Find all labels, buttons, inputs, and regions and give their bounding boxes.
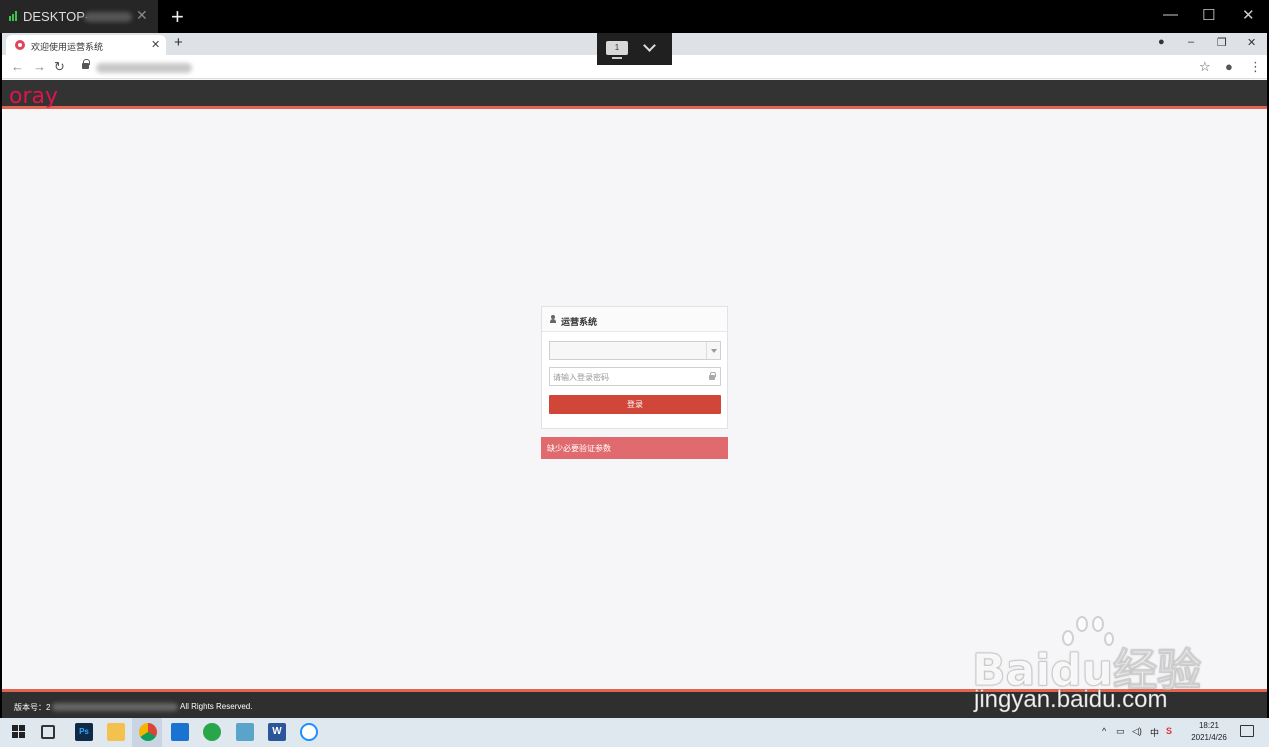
- photoshop-icon[interactable]: Ps: [75, 723, 93, 741]
- chevron-down-icon[interactable]: [643, 39, 656, 52]
- network-icon[interactable]: ▭: [1116, 726, 1125, 737]
- task-view-icon[interactable]: [41, 725, 55, 739]
- close-window-button[interactable]: ✕: [1242, 6, 1255, 24]
- footer-version-label: 版本号：2: [14, 703, 51, 712]
- browser-tab-title: 欢迎使用运营系统: [31, 42, 104, 52]
- remote-client-icon[interactable]: [171, 723, 189, 741]
- volume-icon[interactable]: ◁): [1132, 726, 1142, 737]
- site-header: oray: [2, 80, 1267, 109]
- reload-icon[interactable]: ↻: [54, 59, 65, 75]
- chrome-icon[interactable]: [139, 723, 157, 741]
- ime-indicator[interactable]: 中: [1150, 726, 1159, 739]
- bookmark-star-icon[interactable]: ☆: [1199, 59, 1211, 75]
- login-panel-header: 运营系统: [542, 307, 727, 332]
- remote-session-title: DESKTOP-: [23, 9, 90, 24]
- account-icon[interactable]: ●: [1225, 59, 1233, 74]
- menu-kebab-icon[interactable]: ⋮: [1249, 59, 1262, 75]
- new-session-button[interactable]: +: [171, 4, 184, 30]
- user-icon: [550, 315, 556, 323]
- oray-favicon-icon: [15, 40, 25, 50]
- close-icon[interactable]: ✕: [136, 7, 148, 24]
- new-tab-button[interactable]: +: [174, 34, 183, 51]
- lock-icon: [82, 59, 90, 69]
- password-field[interactable]: 请输入登录密码: [549, 367, 721, 386]
- baidu-jingyan-watermark: Baidu经验 jingyan.baidu.com: [971, 610, 1212, 720]
- browser-close-icon[interactable]: ✕: [1247, 36, 1256, 49]
- clock-date: 2021/4/26: [1191, 733, 1227, 742]
- account-select[interactable]: [549, 341, 721, 360]
- watermark-site: jingyan.baidu.com: [974, 686, 1168, 714]
- error-alert: 缺少必要验证参数: [541, 437, 728, 459]
- clock[interactable]: 18:21 2021/4/26: [1188, 720, 1230, 744]
- back-arrow-icon[interactable]: ←: [11, 59, 24, 74]
- remote-desktop-tabbar: DESKTOP- ✕ + — ☐ ✕: [0, 0, 1269, 33]
- taskbar: Ps W ^ ▭ ◁) 中 S 18:21 2021/4/26: [0, 718, 1269, 747]
- dropdown-arrow-icon[interactable]: [706, 342, 720, 359]
- browser-tabstrip: 欢迎使用运营系统 ✕ + 1 ● – ❐ ✕: [2, 33, 1267, 65]
- redacted-version: [52, 703, 178, 711]
- file-explorer-icon[interactable]: [107, 723, 125, 741]
- redacted-hostname: [84, 12, 132, 22]
- oray-logo[interactable]: oray: [9, 84, 58, 109]
- screen: DESKTOP- ✕ + — ☐ ✕ 欢迎使用运营系统 ✕ + 1 ● – ❐ …: [0, 0, 1269, 747]
- browser-tab[interactable]: 欢迎使用运营系统 ✕: [6, 35, 166, 55]
- profile-badge-icon[interactable]: ●: [1158, 36, 1165, 48]
- password-placeholder: 请输入登录密码: [553, 373, 609, 382]
- antivirus-icon[interactable]: S: [1166, 726, 1172, 736]
- signal-icon: [9, 11, 21, 21]
- monitor-icon[interactable]: 1: [606, 41, 628, 59]
- windows-start-icon[interactable]: [12, 725, 26, 739]
- clock-time: 18:21: [1198, 721, 1220, 730]
- browser-restore-icon[interactable]: ❐: [1217, 36, 1227, 49]
- app-icon[interactable]: [236, 723, 254, 741]
- browser-app-icon[interactable]: [203, 723, 221, 741]
- remote-display-switcher[interactable]: 1: [597, 33, 672, 65]
- word-icon[interactable]: W: [268, 723, 286, 741]
- notification-icon[interactable]: [1240, 725, 1254, 737]
- footer-rights: All Rights Reserved.: [180, 702, 253, 711]
- chat-app-icon[interactable]: [300, 723, 318, 741]
- minimize-button[interactable]: —: [1163, 6, 1178, 23]
- tray-expand-icon[interactable]: ^: [1102, 726, 1106, 736]
- login-button[interactable]: 登录: [549, 395, 721, 414]
- browser-minimize-icon[interactable]: –: [1188, 36, 1194, 48]
- login-panel: 运营系统 请输入登录密码 登录: [541, 306, 728, 429]
- close-tab-icon[interactable]: ✕: [151, 38, 160, 51]
- forward-arrow-icon[interactable]: →: [33, 59, 46, 74]
- redacted-url: [96, 63, 192, 73]
- remote-session-tab[interactable]: DESKTOP- ✕: [0, 0, 158, 33]
- maximize-button[interactable]: ☐: [1202, 6, 1215, 24]
- lock-icon: [709, 372, 716, 380]
- login-title: 运营系统: [561, 317, 598, 327]
